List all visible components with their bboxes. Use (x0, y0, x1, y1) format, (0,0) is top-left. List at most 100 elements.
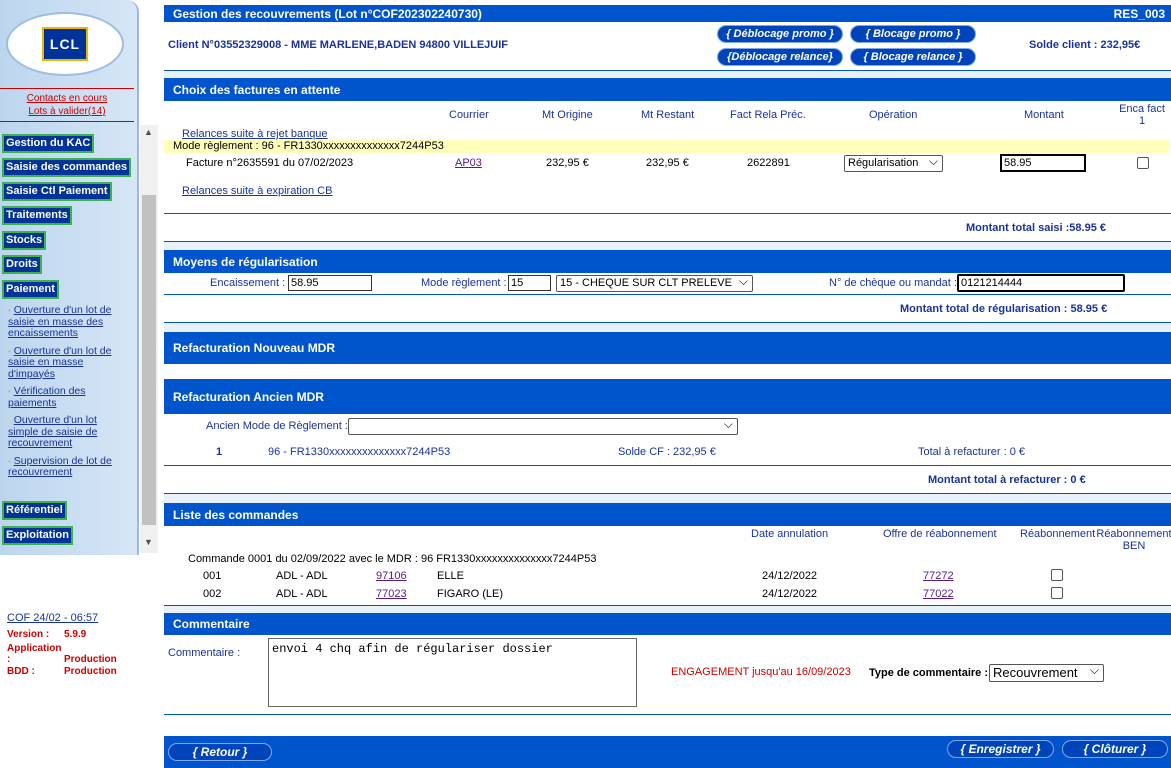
contacts-en-cours-link[interactable]: Contacts en cours (0, 92, 134, 105)
session-link[interactable]: COF 24/02 - 06:57 (7, 612, 98, 624)
page-title: Gestion des recouvrements (Lot n°COF2023… (173, 6, 482, 21)
scroll-down-icon[interactable]: ▼ (144, 537, 153, 547)
row2-num: 002 (203, 588, 222, 600)
enca-fact-checkbox[interactable] (1137, 157, 1149, 169)
type-commentaire-select[interactable]: Recouvrement (989, 663, 1104, 682)
application-value: Production (64, 654, 117, 665)
col-offre-reabonnement: Offre de réabonnement (883, 528, 997, 540)
bullet-icon: • (8, 387, 11, 396)
commande-header: Commande 0001 du 02/09/2022 avec le MDR … (188, 553, 597, 565)
moyens-section-header: Moyens de régularisation (164, 250, 1171, 273)
menu-droits[interactable]: Droits (2, 255, 42, 274)
col-enca-fact: Enca fact 1 (1119, 103, 1165, 127)
refact-nouveau-header: Refacturation Nouveau MDR (164, 332, 1171, 364)
retour-button[interactable]: { Retour } (168, 743, 272, 761)
commentaire-label: Commentaire : (168, 647, 241, 659)
mode-reglement-row: Mode règlement : 96 - FR1330xxxxxxxxxxxx… (164, 140, 1169, 153)
cheque-input[interactable]: 0121214444 (957, 274, 1125, 292)
montant-total-regularisation: Montant total de régularisation : 58.95 … (900, 303, 1108, 315)
row2-code-link[interactable]: 77023 (376, 588, 407, 600)
menu-paiement[interactable]: Paiement (2, 280, 59, 299)
client-strip: Client N°03552329008 - MME MARLENE,BADEN… (164, 22, 1171, 71)
blocage-relance-button[interactable]: { Blocage relance } (850, 48, 976, 66)
row1-reabonnement-checkbox[interactable] (1051, 569, 1063, 581)
mode-code-input[interactable]: 15 (508, 275, 551, 291)
row1-offre-link[interactable]: 77272 (923, 570, 954, 582)
deblocage-promo-button[interactable]: { Déblocage promo } (717, 25, 843, 43)
commandes-section: Date annulation Offre de réabonnement Ré… (164, 526, 1171, 606)
sublink-verification[interactable]: Vérification des paiements (8, 385, 86, 409)
blocage-promo-button[interactable]: { Blocage promo } (850, 25, 976, 43)
menu-referentiel[interactable]: Référentiel (2, 501, 67, 520)
cheque-label: N° de chèque ou mandat : (829, 277, 957, 289)
sidebar: LCL Contacts en cours Lots à valider(14)… (0, 0, 160, 768)
bullet-icon: • (8, 346, 11, 356)
montant-total-saisi: Montant total saisi :58.95 € (966, 222, 1106, 234)
col-courrier: Courrier (449, 109, 489, 121)
commentaire-textarea[interactable]: envoi 4 chq afin de régulariser dossier (268, 638, 637, 707)
sublink-impayes[interactable]: Ouverture d'un lot de saisie en masse d'… (8, 345, 111, 380)
ancien-mode-label: Ancien Mode de Règlement : (206, 420, 348, 432)
menu-saisie-commandes[interactable]: Saisie des commandes (2, 158, 132, 177)
lots-a-valider-link[interactable]: Lots à valider(14) (0, 105, 134, 118)
bullet-icon: • (8, 416, 11, 425)
solde-client: Solde client : 232,95€ (1029, 39, 1141, 51)
total-a-refacturer: Total à refacturer : 0 € (918, 446, 1025, 458)
montant-input[interactable]: 58.95 (1000, 154, 1086, 172)
bdd-value: Production (64, 666, 117, 677)
mode-reglement-select[interactable]: 15 - CHEQUE SUR CLT PRELEVE (556, 274, 753, 292)
main-content: Gestion des recouvrements (Lot n°COF2023… (164, 5, 1171, 768)
paiement-sublinks: • Ouverture d'un lot de saisie en masse … (8, 304, 128, 485)
encaissement-label: Encaissement : (210, 277, 286, 289)
menu-exploitation[interactable]: Exploitation (2, 526, 73, 545)
row2-reabonnement-checkbox[interactable] (1051, 587, 1063, 599)
row2-date: 24/12/2022 (762, 588, 818, 600)
row1-titre: ELLE (437, 570, 464, 582)
sidebar-scrollbar[interactable]: ▲ ▼ (140, 125, 158, 553)
bullet-icon: • (8, 456, 11, 466)
courrier-link[interactable]: AP03 (455, 157, 482, 169)
menu-gestion-kac[interactable]: Gestion du KAC (2, 134, 95, 153)
col-date-annulation: Date annulation (751, 528, 829, 540)
commentaire-section-header: Commentaire (164, 613, 1171, 635)
ancien-row-mdr: 96 - FR1330xxxxxxxxxxxxxx7244P53 (268, 446, 451, 458)
commentaire-section: Commentaire : envoi 4 chq afin de régula… (164, 635, 1171, 715)
col-reabonnement: Réabonnement (1020, 528, 1096, 540)
row1-code-link[interactable]: 97106 (376, 570, 407, 582)
top-links: Contacts en cours Lots à valider(14) (0, 88, 134, 122)
encaissement-input[interactable]: 58.95 (288, 275, 372, 291)
deblocage-relance-button[interactable]: {Déblocage relance} (717, 48, 843, 66)
relance-cb-link[interactable]: Relances suite à expiration CB (182, 185, 332, 197)
cloturer-button[interactable]: { Clôturer } (1062, 740, 1168, 758)
menu-saisie-ctl-paiement[interactable]: Saisie Ctl Paiement (2, 182, 112, 201)
enregistrer-button[interactable]: { Enregistrer } (947, 740, 1054, 758)
lcl-logo[interactable]: LCL (6, 12, 124, 76)
montant-total-refacturer: Montant total à refacturer : 0 € (928, 474, 1086, 486)
engagement-text: ENGAGEMENT jusqu'au 16/09/2023 (671, 666, 851, 678)
relance-rejet-link[interactable]: Relances suite à rejet banque (182, 128, 328, 140)
ancien-mode-select[interactable] (348, 417, 738, 435)
factures-section-header: Choix des factures en attente (164, 78, 1171, 101)
sublink-encaissements[interactable]: Ouverture d'un lot de saisie en masse de… (8, 304, 111, 339)
menu-stocks[interactable]: Stocks (2, 231, 47, 250)
application-label: Application : (7, 643, 62, 665)
factures-section: Courrier Mt Origine Mt Restant Fact Rela… (164, 101, 1171, 214)
sublink-recouvrement[interactable]: Ouverture d'un lot simple de saisie de r… (8, 414, 97, 449)
logo-text: LCL (42, 27, 88, 61)
bullet-icon: • (8, 306, 11, 315)
refact-nouveau-section (164, 364, 1171, 380)
row1-type: ADL - ADL (276, 570, 328, 582)
menu-traitements[interactable]: Traitements (2, 206, 72, 225)
operation-select[interactable]: Régularisation (844, 154, 943, 172)
row2-offre-link[interactable]: 77022 (923, 588, 954, 600)
refact-ancien-total-strip: Montant total à refacturer : 0 € (164, 466, 1171, 494)
factures-total-strip: Montant total saisi :58.95 € (164, 214, 1171, 242)
sublink-supervision[interactable]: Supervision de lot de recouvrement (8, 455, 112, 479)
row2-type: ADL - ADL (276, 588, 328, 600)
scroll-up-icon[interactable]: ▲ (144, 127, 153, 137)
refact-ancien-section: Ancien Mode de Règlement : 1 96 - FR1330… (164, 414, 1171, 466)
scroll-thumb[interactable] (142, 195, 156, 525)
commandes-section-header: Liste des commandes (164, 503, 1171, 526)
client-info: Client N°03552329008 - MME MARLENE,BADEN… (168, 39, 509, 51)
type-commentaire-label: Type de commentaire : (869, 667, 988, 679)
